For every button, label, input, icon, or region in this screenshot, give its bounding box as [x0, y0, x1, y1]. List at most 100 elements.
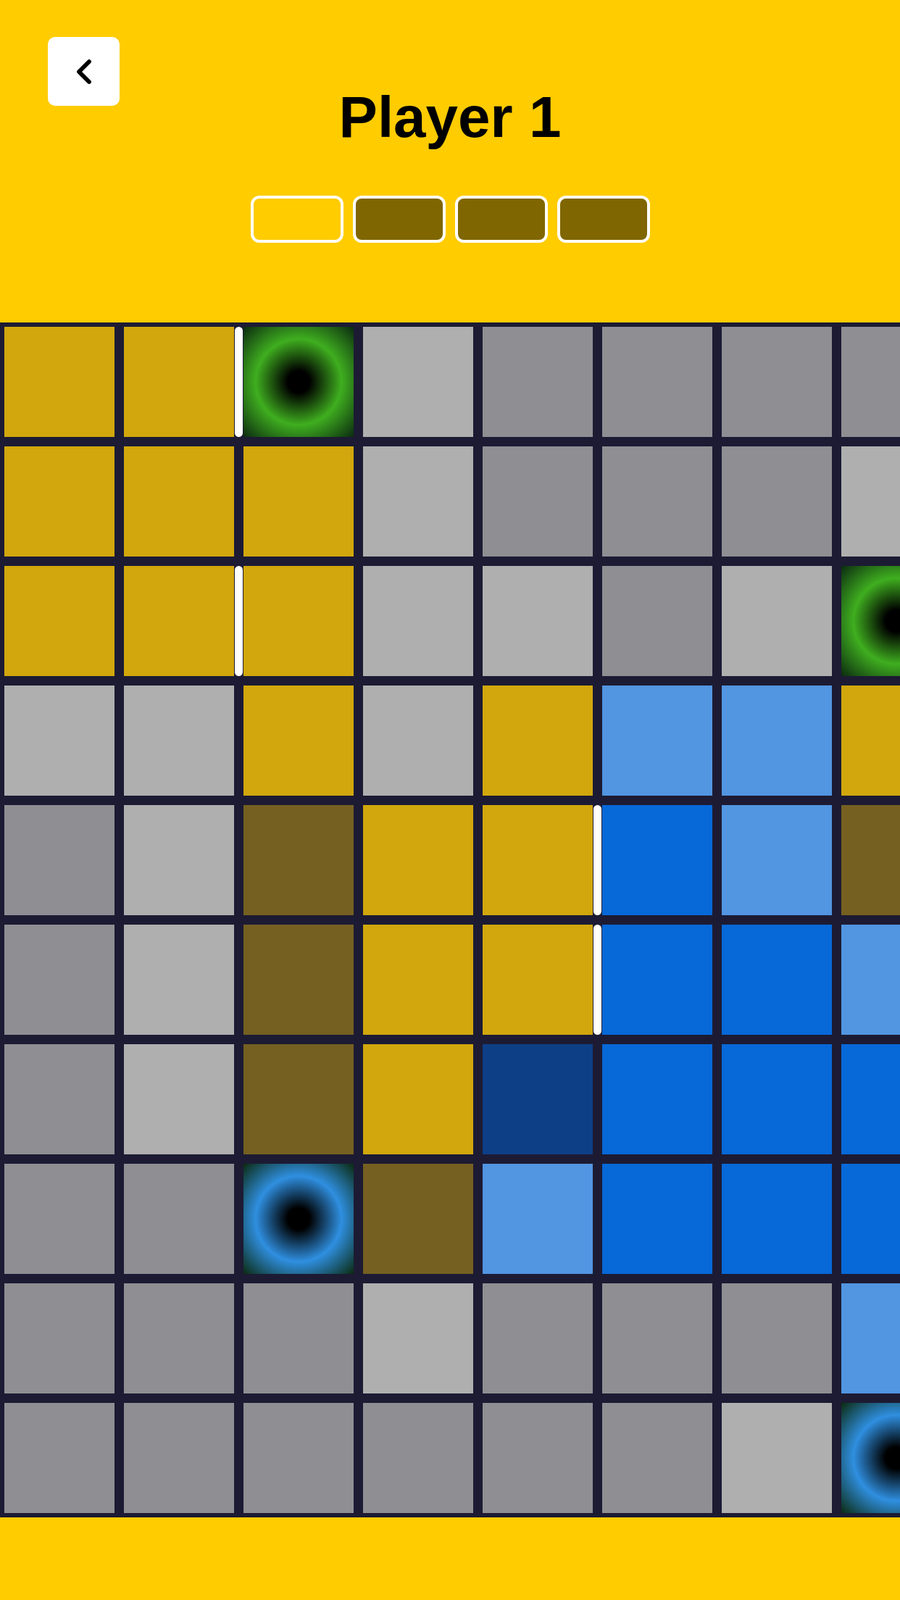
- board-cell[interactable]: [841, 924, 900, 1035]
- board-row: [4, 1044, 896, 1155]
- board-row: [4, 446, 896, 557]
- board-cell[interactable]: [4, 805, 115, 916]
- board-cell[interactable]: [482, 446, 593, 557]
- board-cell[interactable]: [243, 685, 354, 796]
- board-cell[interactable]: [482, 1402, 593, 1514]
- board-cell[interactable]: [602, 1402, 713, 1514]
- board-cell[interactable]: [123, 1163, 235, 1274]
- board-cell[interactable]: [482, 685, 593, 796]
- board-cell[interactable]: [602, 805, 713, 916]
- board-cell[interactable]: [602, 326, 713, 437]
- black-hole-cell[interactable]: [841, 1402, 900, 1514]
- board-row: [4, 685, 896, 796]
- board-cell[interactable]: [602, 924, 713, 1035]
- progress-box: [250, 195, 344, 243]
- board-cell[interactable]: [602, 1163, 713, 1274]
- black-hole-cell[interactable]: [243, 326, 354, 437]
- board-cell[interactable]: [841, 446, 900, 557]
- board-cell[interactable]: [602, 1044, 713, 1155]
- board-cell[interactable]: [123, 1283, 235, 1394]
- board-cell[interactable]: [721, 1044, 832, 1155]
- board-cell[interactable]: [363, 326, 474, 437]
- board-cell[interactable]: [123, 924, 235, 1035]
- board-cell[interactable]: [4, 446, 115, 557]
- board-cell[interactable]: [721, 805, 832, 916]
- board-cell[interactable]: [363, 924, 474, 1035]
- board-cell[interactable]: [363, 1044, 474, 1155]
- board-cell[interactable]: [482, 1283, 593, 1394]
- board-cell[interactable]: [841, 326, 900, 437]
- board-cell[interactable]: [363, 1283, 474, 1394]
- board-cell[interactable]: [482, 924, 593, 1035]
- board-row: [4, 326, 896, 437]
- board-row: [4, 924, 896, 1035]
- board-cell[interactable]: [721, 1163, 832, 1274]
- board: [0, 322, 900, 1518]
- board-cell[interactable]: [721, 326, 832, 437]
- board-cell[interactable]: [243, 1402, 354, 1514]
- progress-box: [352, 195, 446, 243]
- board-cell[interactable]: [4, 1283, 115, 1394]
- board-cell[interactable]: [363, 446, 474, 557]
- board-cell[interactable]: [363, 1163, 474, 1274]
- black-hole-cell[interactable]: [243, 1163, 354, 1274]
- board-cell[interactable]: [482, 565, 593, 677]
- board-cell[interactable]: [363, 805, 474, 916]
- board-cell[interactable]: [123, 446, 235, 557]
- board-row: [4, 1163, 896, 1274]
- board-cell[interactable]: [243, 924, 354, 1035]
- board-cell[interactable]: [841, 685, 900, 796]
- board-cell[interactable]: [123, 326, 235, 437]
- board-cell[interactable]: [123, 1044, 235, 1155]
- board-cell[interactable]: [243, 1044, 354, 1155]
- board-row: [4, 805, 896, 916]
- board-cell[interactable]: [721, 446, 832, 557]
- board-row: [4, 1402, 896, 1514]
- board-cell[interactable]: [243, 565, 354, 677]
- board-cell[interactable]: [4, 326, 115, 437]
- board-cell[interactable]: [482, 1044, 593, 1155]
- board-cell[interactable]: [482, 326, 593, 437]
- board-cell[interactable]: [4, 1044, 115, 1155]
- board-cell[interactable]: [123, 685, 235, 796]
- board-cell[interactable]: [123, 805, 235, 916]
- board-cell[interactable]: [4, 924, 115, 1035]
- board-cell[interactable]: [602, 446, 713, 557]
- chevron-left-icon: [63, 51, 105, 93]
- board-cell[interactable]: [841, 1283, 900, 1394]
- board-cell[interactable]: [721, 1283, 832, 1394]
- board-cell[interactable]: [602, 685, 713, 796]
- board-cell[interactable]: [4, 565, 115, 677]
- board-cell[interactable]: [482, 805, 593, 916]
- board-cell[interactable]: [123, 1402, 235, 1514]
- game-screen: Player 1: [0, 0, 900, 1600]
- board-cell[interactable]: [363, 1402, 474, 1514]
- wall: [234, 565, 243, 677]
- board-cell[interactable]: [721, 685, 832, 796]
- board-cell[interactable]: [841, 1044, 900, 1155]
- back-button[interactable]: [47, 36, 120, 106]
- board-row: [4, 565, 896, 677]
- board-cell[interactable]: [4, 1402, 115, 1514]
- board-cell[interactable]: [243, 1283, 354, 1394]
- board-cell[interactable]: [721, 924, 832, 1035]
- board-cell[interactable]: [4, 685, 115, 796]
- black-hole-cell[interactable]: [841, 565, 900, 677]
- board-cell[interactable]: [721, 565, 832, 677]
- board-cell[interactable]: [4, 1163, 115, 1274]
- board-cell[interactable]: [482, 1163, 593, 1274]
- wall: [593, 924, 602, 1035]
- board-cell[interactable]: [243, 446, 354, 557]
- board-cell[interactable]: [841, 805, 900, 916]
- board-cell[interactable]: [721, 1402, 832, 1514]
- board-cell[interactable]: [123, 565, 235, 677]
- board-cell[interactable]: [363, 685, 474, 796]
- board-cell[interactable]: [363, 565, 474, 677]
- header: Player 1: [0, 0, 900, 323]
- board-cell[interactable]: [243, 805, 354, 916]
- wall: [234, 326, 243, 437]
- board-cell[interactable]: [602, 565, 713, 677]
- progress-box: [557, 195, 650, 243]
- board-cell[interactable]: [841, 1163, 900, 1274]
- board-cell[interactable]: [602, 1283, 713, 1394]
